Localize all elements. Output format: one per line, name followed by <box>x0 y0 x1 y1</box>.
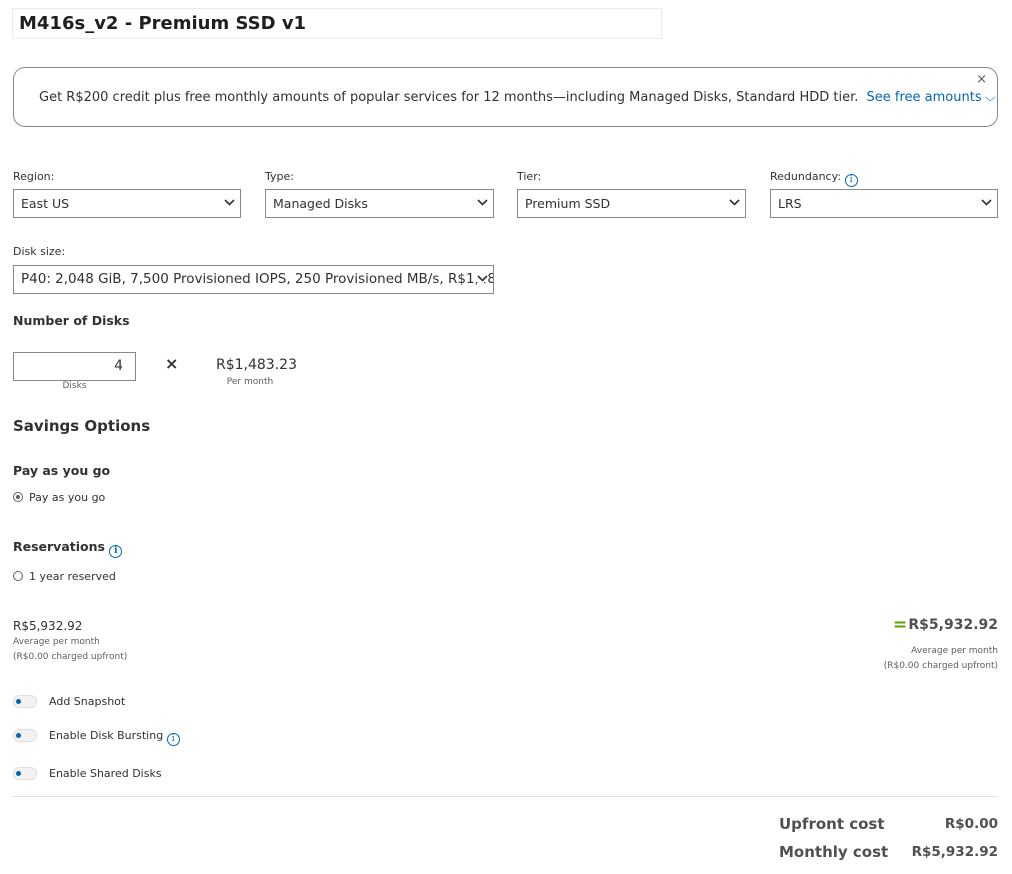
type-select[interactable]: Managed Disks <box>265 189 494 218</box>
redundancy-value: LRS <box>778 196 802 211</box>
chevron-down-icon <box>477 190 488 206</box>
redundancy-label: Redundancy: i <box>770 170 858 187</box>
right-average-amount: R$5,932.92 <box>908 617 998 633</box>
monthly-cost-label: Monthly cost <box>779 843 889 861</box>
savings-options-title: Savings Options <box>13 417 151 435</box>
upfront-cost-value: R$0.00 <box>944 816 998 832</box>
right-average-label: Average per month <box>911 646 998 656</box>
number-of-disks-label: Number of Disks <box>13 313 130 328</box>
enable-disk-bursting-label: Enable Disk Bursting i <box>49 729 180 746</box>
type-value: Managed Disks <box>273 196 368 211</box>
enable-shared-disks-toggle[interactable] <box>13 767 37 780</box>
equals-icon: = <box>893 615 908 635</box>
divider <box>13 796 998 797</box>
enable-disk-bursting-toggle[interactable] <box>13 729 37 742</box>
close-icon[interactable]: × <box>976 73 987 87</box>
tier-value: Premium SSD <box>525 196 611 211</box>
pay-as-you-go-heading: Pay as you go <box>13 463 111 478</box>
tier-select[interactable]: Premium SSD <box>517 189 746 218</box>
enable-disk-bursting-text: Enable Disk Bursting <box>49 729 164 742</box>
redundancy-select[interactable]: LRS <box>770 189 998 218</box>
redundancy-label-text: Redundancy: <box>770 170 842 183</box>
estimate-title-input[interactable]: M416s_v2 - Premium SSD v1 <box>12 8 662 39</box>
region-value: East US <box>21 196 70 211</box>
banner-text: Get R$200 credit plus free monthly amoun… <box>39 90 859 105</box>
info-icon[interactable]: i <box>109 545 123 558</box>
chevron-down-icon <box>729 190 740 206</box>
tier-label: Tier: <box>517 170 542 183</box>
see-free-amounts-link[interactable]: See free amounts <box>867 90 982 105</box>
left-average-amount: R$5,932.92 <box>13 619 83 633</box>
radio-unselected-icon <box>13 571 23 581</box>
disks-unit-label: Disks <box>62 381 87 391</box>
pay-as-you-go-option-label: Pay as you go <box>29 491 106 504</box>
upfront-cost-label: Upfront cost <box>779 815 885 833</box>
info-icon[interactable]: i <box>844 174 858 187</box>
monthly-cost-value: R$5,932.92 <box>911 844 998 860</box>
one-year-reserved-radio[interactable]: 1 year reserved <box>13 565 116 584</box>
chevron-down-icon <box>981 190 992 206</box>
disk-size-label: Disk size: <box>13 245 66 258</box>
reservations-heading: Reservations i <box>13 539 123 558</box>
unit-price-period: Per month <box>226 377 274 387</box>
enable-shared-disks-label: Enable Shared Disks <box>49 767 162 780</box>
right-upfront-note: (R$0.00 charged upfront) <box>883 661 998 671</box>
number-of-disks-input[interactable]: 4 <box>13 352 136 381</box>
multiply-icon: × <box>165 354 179 373</box>
chevron-down-icon <box>224 190 235 206</box>
pay-as-you-go-radio[interactable]: Pay as you go <box>13 486 105 505</box>
type-label: Type: <box>265 170 294 183</box>
unit-price: R$1,483.23 <box>216 357 297 373</box>
disk-size-value: P40: 2,048 GiB, 7,500 Provisioned IOPS, … <box>21 271 493 287</box>
region-select[interactable]: East US <box>13 189 241 218</box>
reservations-heading-text: Reservations <box>13 539 105 554</box>
left-average-label: Average per month <box>13 637 100 647</box>
add-snapshot-label: Add Snapshot <box>49 695 126 708</box>
radio-selected-icon <box>13 492 23 502</box>
left-upfront-note: (R$0.00 charged upfront) <box>13 652 128 662</box>
one-year-reserved-option-label: 1 year reserved <box>29 570 116 583</box>
info-icon[interactable]: i <box>166 733 180 746</box>
add-snapshot-toggle[interactable] <box>13 695 37 708</box>
disk-size-select[interactable]: P40: 2,048 GiB, 7,500 Provisioned IOPS, … <box>13 265 494 294</box>
free-credit-banner: Get R$200 credit plus free monthly amoun… <box>13 67 998 127</box>
chevron-down-icon <box>475 266 488 282</box>
region-label: Region: <box>13 170 55 183</box>
